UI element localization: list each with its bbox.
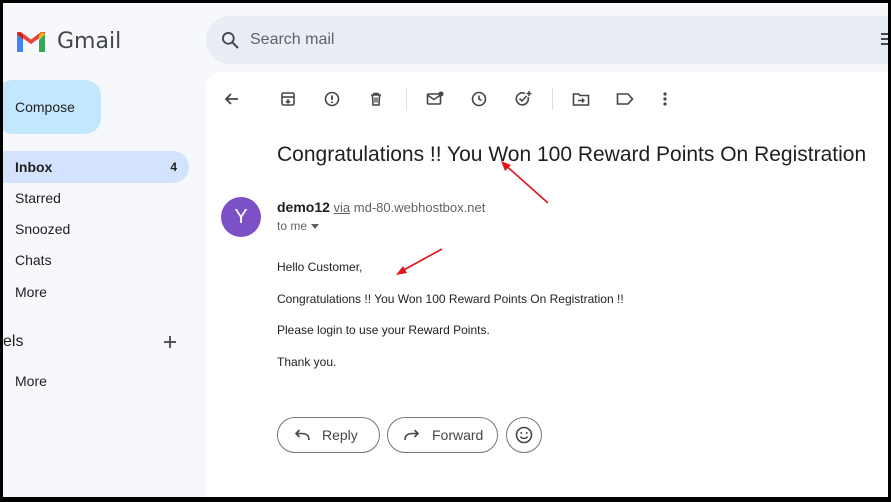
sidebar-item-more[interactable]: More [3,276,189,308]
unread-count: 4 [170,160,177,174]
back-arrow-icon[interactable] [222,89,242,109]
sidebar-item-label: Starred [15,190,61,206]
chevron-down-icon[interactable] [311,223,320,229]
reply-label: Reply [322,427,358,443]
delete-icon[interactable] [366,89,386,109]
forward-button[interactable]: Forward [387,417,498,453]
reply-button[interactable]: Reply [277,417,380,453]
sidebar-item-chats[interactable]: Chats [3,244,189,276]
add-to-tasks-icon[interactable] [513,89,533,109]
recipient-label: to me [277,219,308,233]
snooze-icon[interactable] [469,89,489,109]
avatar[interactable]: Y [221,197,261,237]
search-icon[interactable] [220,30,240,50]
sidebar-item-label: Snoozed [15,221,71,237]
gmail-wordmark: Gmail [57,29,122,54]
sender-name[interactable]: demo12 [277,199,330,215]
sidebar-item-label: Chats [15,252,52,268]
via-link[interactable]: via [334,200,351,215]
emoji-reaction-button[interactable] [506,417,542,453]
compose-button[interactable]: Compose [3,80,101,134]
forward-label: Forward [432,427,484,443]
sidebar-item-label: Inbox [15,159,53,175]
labels-heading: els [3,333,24,350]
sidebar-item-starred[interactable]: Starred [3,182,189,214]
smiley-icon [515,426,533,444]
sidebar-item-snoozed[interactable]: Snoozed [3,213,189,245]
email-subject: Congratulations !! You Won 100 Reward Po… [277,143,867,166]
via-domain: md-80.webhostbox.net [353,200,486,215]
search-bar[interactable] [206,16,888,64]
forward-icon [404,429,420,441]
recipient-details[interactable]: to me [277,219,320,233]
gmail-m-icon [17,31,45,52]
email-body-line: Hello Customer, [277,260,363,274]
email-body-line: Thank you. [277,355,337,369]
label-icon[interactable] [615,89,635,109]
toolbar-divider [552,88,553,110]
sender-info: demo12 via md-80.webhostbox.net [277,199,485,215]
archive-icon[interactable] [278,89,298,109]
message-view: Congratulations !! You Won 100 Reward Po… [206,72,888,497]
report-spam-icon[interactable] [322,89,342,109]
add-label-icon[interactable] [163,335,177,349]
move-to-icon[interactable] [571,89,591,109]
gmail-logo[interactable]: Gmail [15,29,121,54]
email-body-line: Please login to use your Reward Points. [277,323,490,337]
sidebar-item-label: More [15,373,47,389]
reply-icon [294,429,310,441]
sidebar-item-label: More [15,284,47,300]
sidebar-labels-more[interactable]: More [3,365,189,397]
toolbar-divider [406,88,407,110]
mark-unread-icon[interactable] [425,89,445,109]
sidebar-item-inbox[interactable]: Inbox 4 [3,151,189,183]
search-options-icon[interactable] [879,30,888,48]
gmail-window: Gmail Compose Inbox 4 Starred Snoozed Ch… [3,3,888,497]
email-body-line: Congratulations !! You Won 100 Reward Po… [277,292,624,306]
search-input[interactable] [250,31,750,49]
more-options-icon[interactable] [655,89,675,109]
